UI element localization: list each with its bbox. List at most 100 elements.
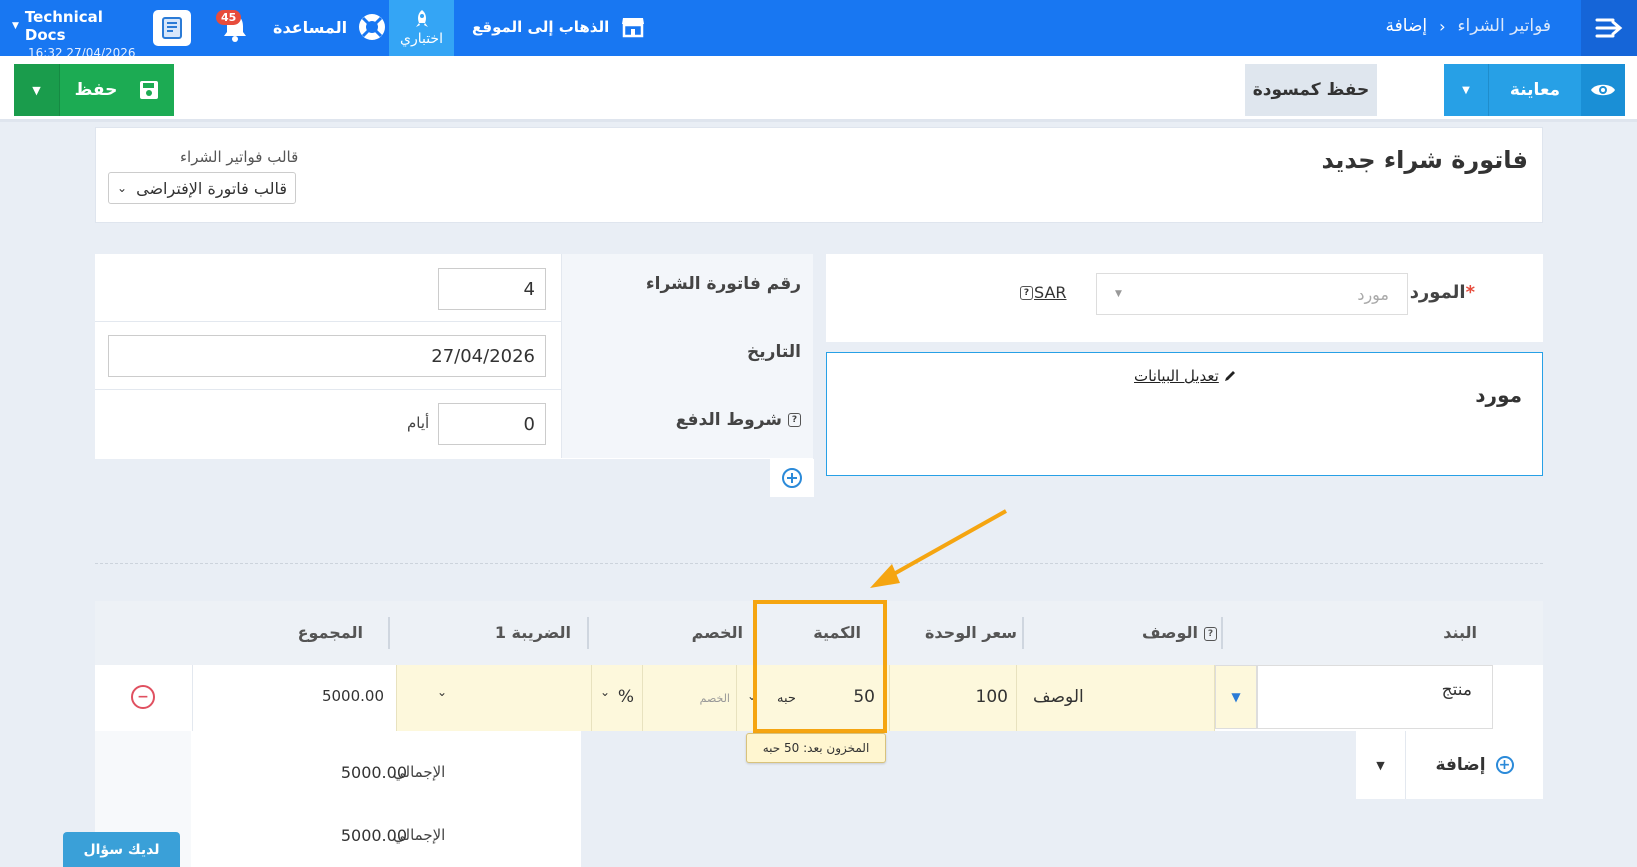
help-question-icon[interactable]: ? xyxy=(1204,626,1217,641)
user-name: Technical Docs xyxy=(24,8,103,44)
help-question-icon[interactable]: ? xyxy=(1020,286,1033,300)
plus-circle-icon: + xyxy=(1495,756,1514,774)
invoice-number-label: رقم فاتورة الشراء xyxy=(561,254,813,322)
days-label: أيام xyxy=(407,414,430,432)
supplier-details-box: مورد تعديل البيانات xyxy=(826,352,1543,476)
discount-type-value: % xyxy=(617,687,634,707)
discount-placeholder: الخصم xyxy=(699,692,730,705)
discount-cell[interactable]: الخصم xyxy=(643,665,737,731)
quantity-highlight-box xyxy=(753,600,887,733)
currency-link[interactable]: SAR xyxy=(1034,283,1067,302)
payment-terms-input[interactable]: 0 xyxy=(438,403,546,445)
column-divider xyxy=(1221,617,1223,649)
apps-book-icon[interactable] xyxy=(153,10,191,46)
totals-inner: الإجمالي 5000.00 الإجمالي 5000.00 xyxy=(191,731,581,867)
section-divider xyxy=(95,563,1543,564)
preview-label: معاينة xyxy=(1509,80,1561,100)
menu-arrow-icon xyxy=(1595,18,1623,38)
add-field-button[interactable] xyxy=(770,459,814,497)
remove-row-button[interactable]: − xyxy=(131,685,155,709)
supplier-label: المورد* xyxy=(1410,282,1475,303)
lifebuoy-icon xyxy=(359,14,386,40)
product-input[interactable]: منتج xyxy=(1257,665,1493,729)
save-dropdown-toggle[interactable]: ▼ xyxy=(14,64,60,116)
top-navigation-bar: فواتير الشراء › إضافة ▼ Technical Docs 16… xyxy=(0,0,1637,60)
chevron-left-icon: › xyxy=(1439,16,1446,36)
try-button[interactable]: اختباري xyxy=(389,0,454,56)
minus-icon: − xyxy=(137,689,149,705)
invoice-number-input[interactable]: 4 xyxy=(438,268,546,310)
caret-down-icon: ▼ xyxy=(1115,289,1122,299)
notifications-button[interactable]: 45 xyxy=(216,10,252,44)
discount-type-select[interactable]: % ⌄ xyxy=(592,665,643,731)
help-question-widget[interactable]: لديك سؤال xyxy=(63,832,180,867)
template-select-value: قالب فاتورة الإفتراضى xyxy=(136,178,287,198)
save-button[interactable]: حفظ xyxy=(60,64,174,116)
row-total-value: 5000.00 xyxy=(321,687,384,705)
invoice-number-row: رقم فاتورة الشراء 4 xyxy=(95,254,813,322)
add-item-button-group: ▼ إضافة + xyxy=(1356,731,1543,799)
store-icon xyxy=(622,18,645,38)
totals-value: 5000.00 xyxy=(340,826,407,845)
caret-down-icon: ▼ xyxy=(1231,690,1241,704)
notification-badge: 45 xyxy=(216,10,242,25)
header-tax: الضريبة 1 xyxy=(494,623,571,642)
go-to-site-link[interactable]: الذهاب إلى الموقع xyxy=(472,16,645,38)
supplier-select[interactable]: ▼ مورد xyxy=(1096,273,1408,315)
try-label: اختباري xyxy=(400,31,443,47)
edit-data-link[interactable]: تعديل البيانات xyxy=(1134,367,1237,385)
add-item-dropdown-toggle[interactable]: ▼ xyxy=(1356,731,1406,799)
invoice-details-form: رقم فاتورة الشراء 4 التاريخ 27/04/2026 ش… xyxy=(95,254,813,459)
payment-terms-text: شروط الدفع xyxy=(675,410,782,430)
header-unit-price: سعر الوحدة xyxy=(924,623,1017,642)
payment-terms-row: شروط الدفع? 0 أيام xyxy=(95,390,813,458)
breadcrumb: فواتير الشراء › إضافة xyxy=(1386,16,1551,36)
totals-value: 5000.00 xyxy=(340,763,407,782)
header-description: الوصف? xyxy=(1142,623,1217,642)
chevron-down-icon: ⌄ xyxy=(600,685,611,699)
chevron-down-icon: ⌄ xyxy=(117,181,128,195)
supplier-card: المورد* ▼ مورد SAR ? xyxy=(826,254,1543,342)
column-divider xyxy=(388,617,390,649)
help-question-icon[interactable]: ? xyxy=(788,413,801,427)
product-dropdown-toggle[interactable]: ▼ xyxy=(1215,665,1257,729)
supplier-label-text: المورد xyxy=(1409,282,1466,303)
preview-button[interactable]: معاينة xyxy=(1489,64,1581,116)
breadcrumb-add: إضافة xyxy=(1385,16,1428,36)
save-button-group: ▼ حفظ xyxy=(14,64,174,116)
book-icon xyxy=(162,17,182,39)
template-select[interactable]: ⌄ قالب فاتورة الإفتراضى xyxy=(108,172,296,204)
caret-down-icon: ▼ xyxy=(12,21,19,31)
header-discount: الخصم xyxy=(691,623,743,642)
rocket-icon xyxy=(415,10,428,27)
supplier-placeholder: مورد xyxy=(1357,284,1389,304)
save-as-draft-button[interactable]: حفظ كمسودة xyxy=(1245,64,1377,116)
action-bar: ▼ حفظ حفظ كمسودة معاينة ▼ xyxy=(0,56,1637,122)
preview-dropdown-toggle[interactable]: ▼ xyxy=(1444,64,1489,116)
page-title: فاتورة شراء جديد xyxy=(1321,146,1528,174)
save-label: حفظ xyxy=(74,80,118,100)
caret-down-icon: ▼ xyxy=(1376,758,1385,772)
chevron-down-icon: ⌄ xyxy=(437,685,448,699)
description-cell[interactable]: الوصف xyxy=(1017,665,1215,731)
add-item-button[interactable]: إضافة + xyxy=(1406,731,1543,799)
invoice-header-card: فاتورة شراء جديد قالب فواتير الشراء ⌄ قا… xyxy=(95,127,1543,223)
preview-icon-button[interactable] xyxy=(1581,64,1625,116)
supplier-name: مورد xyxy=(1475,383,1522,407)
floppy-disk-icon xyxy=(140,81,159,99)
date-row: التاريخ 27/04/2026 xyxy=(95,322,813,390)
edit-data-label: تعديل البيانات xyxy=(1134,367,1219,385)
tax-select[interactable]: ⌄ xyxy=(397,665,592,731)
required-mark: * xyxy=(1465,282,1475,303)
caret-down-icon: ▼ xyxy=(32,83,41,97)
date-input[interactable]: 27/04/2026 xyxy=(108,335,546,377)
header-item: البند xyxy=(1443,623,1477,642)
help-link[interactable]: المساعدة xyxy=(273,12,387,42)
caret-down-icon: ▼ xyxy=(1462,84,1470,96)
unit-price-cell[interactable]: 100 xyxy=(890,665,1017,731)
payment-terms-label: شروط الدفع? xyxy=(561,390,813,458)
breadcrumb-purchase-invoices[interactable]: فواتير الشراء xyxy=(1458,16,1551,36)
menu-toggle-button[interactable] xyxy=(1581,0,1637,56)
user-menu[interactable]: ▼ Technical Docs 16:32 27/04/2026 xyxy=(12,8,147,60)
help-label: المساعدة xyxy=(273,17,348,37)
